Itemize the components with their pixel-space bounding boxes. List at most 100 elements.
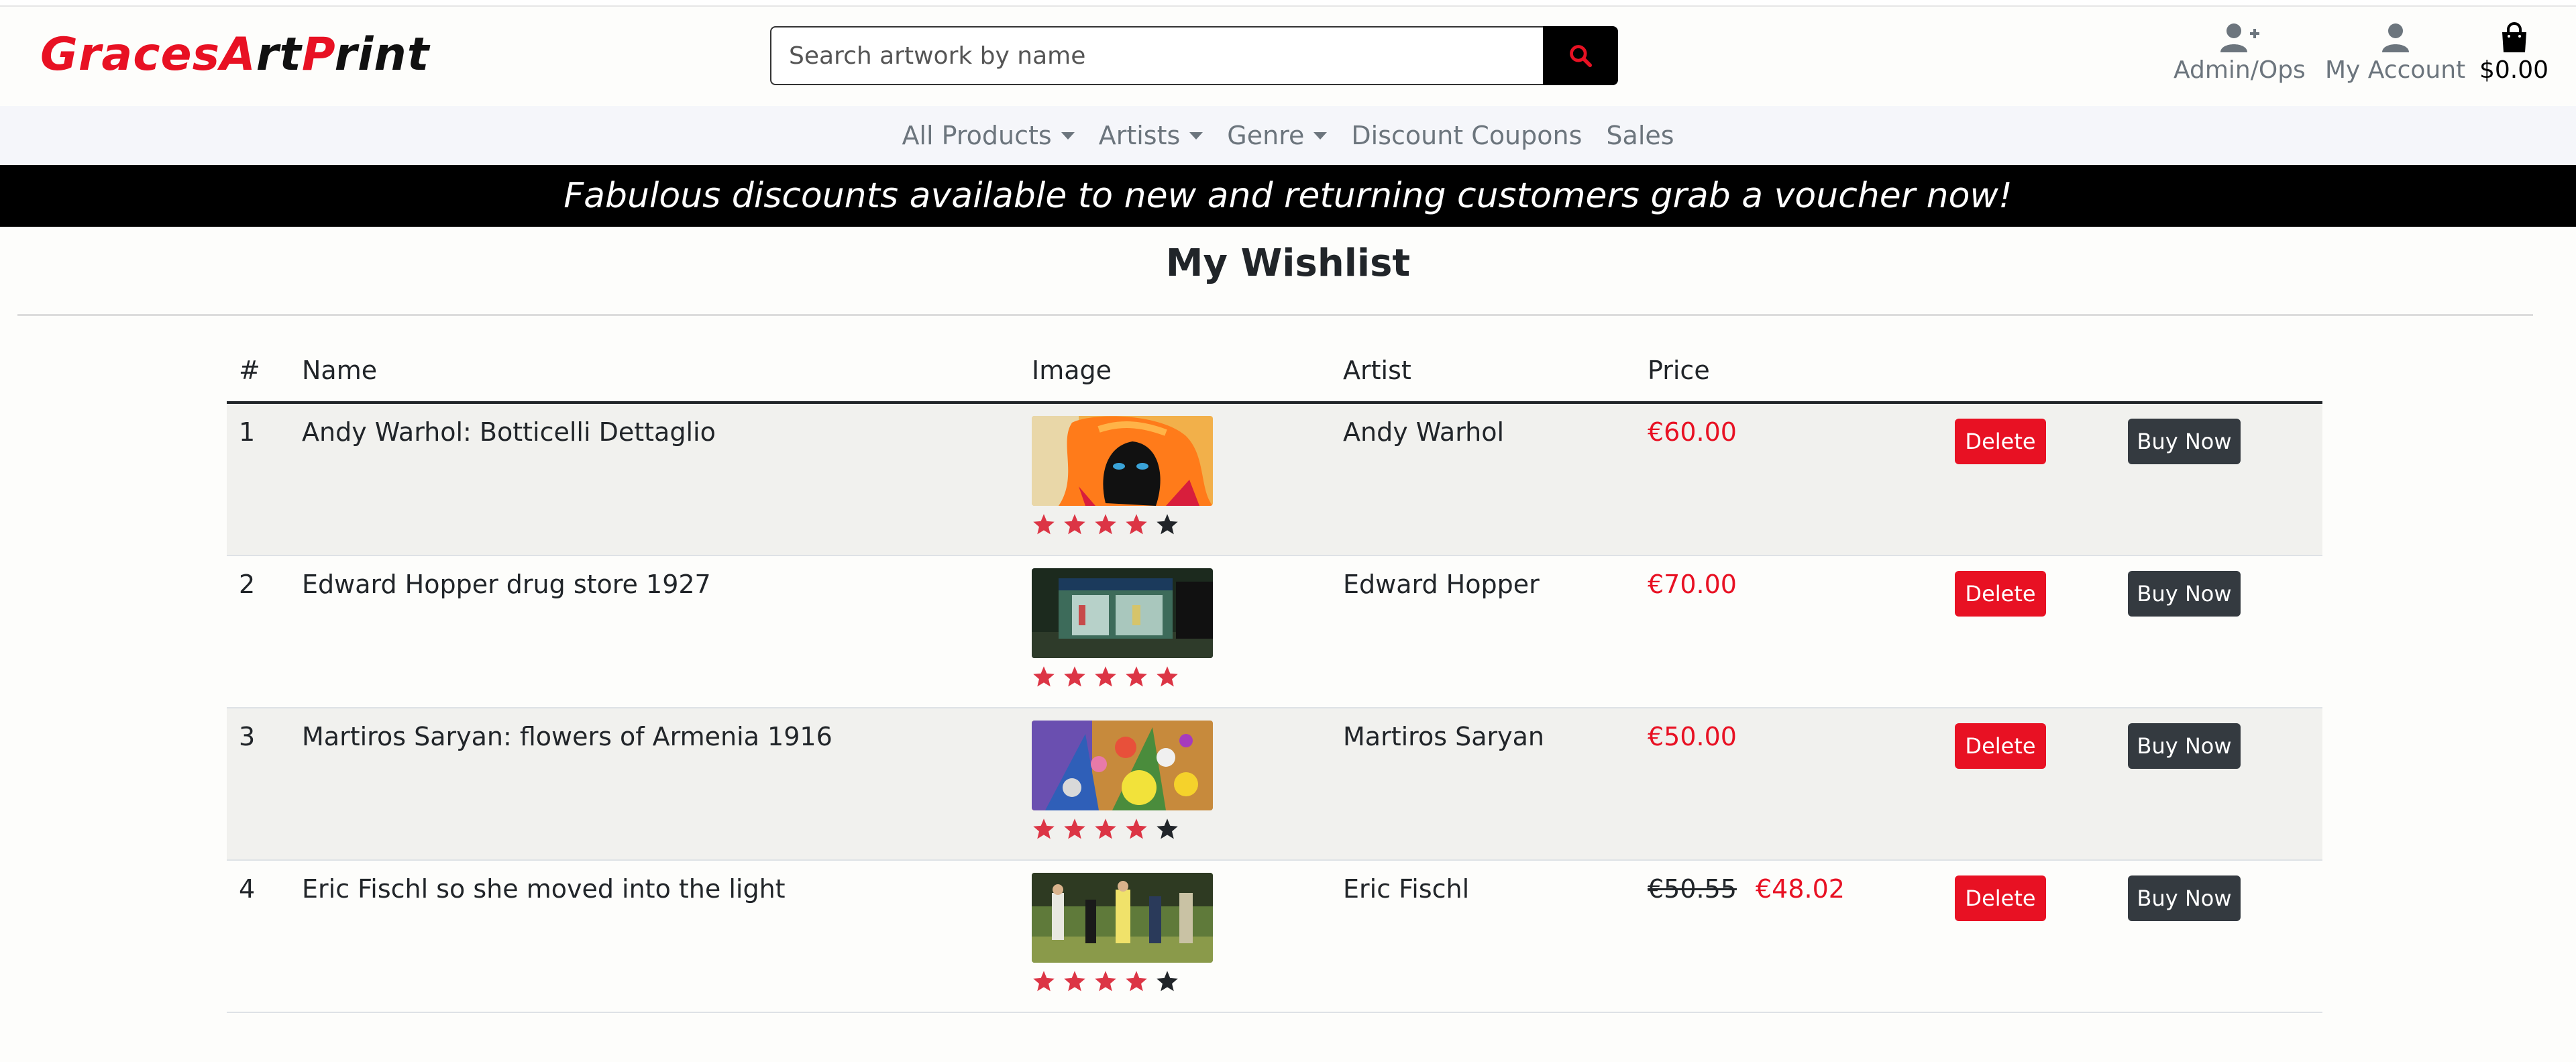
table-row: 3 Martiros Saryan: flowers of Armenia 19… bbox=[227, 708, 2322, 861]
rating-stars bbox=[1032, 513, 1186, 537]
rating-stars bbox=[1032, 969, 1186, 994]
star-filled-icon bbox=[1095, 971, 1116, 992]
logo-text-p: P bbox=[301, 28, 335, 81]
nav-sales-label: Sales bbox=[1606, 121, 1674, 150]
header-artist: Artist bbox=[1343, 356, 1411, 385]
caret-down-icon bbox=[1189, 131, 1203, 140]
artist-name: Eric Fischl bbox=[1343, 874, 1470, 904]
search-button[interactable] bbox=[1543, 26, 1618, 85]
promo-banner: Fabulous discounts available to new and … bbox=[0, 165, 2576, 227]
buy-now-button[interactable]: Buy Now bbox=[2128, 571, 2241, 617]
star-filled-icon bbox=[1126, 666, 1147, 687]
star-filled-icon bbox=[1126, 971, 1147, 992]
original-price: €50.55 bbox=[1648, 874, 1737, 904]
header-image: Image bbox=[1032, 356, 1112, 385]
artwork-name: Martiros Saryan: flowers of Armenia 1916 bbox=[302, 722, 833, 751]
caret-down-icon bbox=[1313, 131, 1328, 140]
table-row: 1 Andy Warhol: Botticelli Dettaglio Andy… bbox=[227, 404, 2322, 556]
search-input[interactable] bbox=[770, 26, 1543, 85]
table-row: 4 Eric Fischl so she moved into the ligh… bbox=[227, 861, 2322, 1013]
artwork-name: Eric Fischl so she moved into the light bbox=[302, 874, 786, 904]
site-logo[interactable]: GracesArtPrint bbox=[40, 28, 429, 81]
nav-discount-coupons-label: Discount Coupons bbox=[1351, 121, 1582, 150]
buy-now-button[interactable]: Buy Now bbox=[2128, 419, 2241, 464]
divider bbox=[17, 314, 2533, 316]
star-empty-icon bbox=[1157, 818, 1178, 839]
star-filled-icon bbox=[1126, 818, 1147, 839]
nav-sales[interactable]: Sales bbox=[1606, 121, 1674, 150]
admin-ops-label: Admin/Ops bbox=[2174, 56, 2306, 84]
delete-button[interactable]: Delete bbox=[1955, 419, 2046, 464]
my-account-link[interactable]: My Account bbox=[2325, 21, 2465, 84]
star-filled-icon bbox=[1126, 514, 1147, 535]
user-plus-icon bbox=[2220, 23, 2260, 52]
current-price: €60.00 bbox=[1648, 417, 1737, 447]
star-filled-icon bbox=[1033, 514, 1055, 535]
artwork-thumbnail[interactable] bbox=[1032, 568, 1213, 658]
star-filled-icon bbox=[1064, 971, 1085, 992]
star-filled-icon bbox=[1095, 818, 1116, 839]
current-price: €48.02 bbox=[1755, 874, 1845, 904]
nav-genre[interactable]: Genre bbox=[1227, 121, 1328, 150]
artwork-thumbnail[interactable] bbox=[1032, 873, 1213, 963]
star-filled-icon bbox=[1033, 818, 1055, 839]
star-empty-icon bbox=[1157, 971, 1178, 992]
delete-button[interactable]: Delete bbox=[1955, 723, 2046, 769]
logo-text-graces: Graces bbox=[40, 28, 221, 81]
star-filled-icon bbox=[1157, 666, 1178, 687]
delete-button[interactable]: Delete bbox=[1955, 875, 2046, 921]
buy-now-button[interactable]: Buy Now bbox=[2128, 875, 2241, 921]
current-price: €50.00 bbox=[1648, 722, 1737, 751]
price-cell: €60.00 bbox=[1648, 417, 1737, 447]
artwork-thumbnail[interactable] bbox=[1032, 416, 1213, 506]
star-filled-icon bbox=[1095, 514, 1116, 535]
price-cell: €50.00 bbox=[1648, 722, 1737, 751]
artwork-name: Edward Hopper drug store 1927 bbox=[302, 570, 711, 599]
header-name: Name bbox=[302, 356, 378, 385]
promo-banner-text: Fabulous discounts available to new and … bbox=[564, 176, 2012, 216]
wishlist-table: # Name Image Artist Price 1 Andy Warhol:… bbox=[227, 342, 2322, 1013]
artwork-thumbnail[interactable] bbox=[1032, 721, 1213, 810]
nav-artists[interactable]: Artists bbox=[1099, 121, 1203, 150]
nav-genre-label: Genre bbox=[1227, 121, 1305, 150]
star-filled-icon bbox=[1033, 971, 1055, 992]
rating-stars bbox=[1032, 817, 1186, 841]
header-num: # bbox=[239, 356, 260, 385]
star-filled-icon bbox=[1064, 666, 1085, 687]
my-account-label: My Account bbox=[2325, 56, 2466, 84]
logo-text-a: A bbox=[220, 28, 256, 81]
user-icon bbox=[2381, 23, 2409, 52]
nav-artists-label: Artists bbox=[1098, 121, 1181, 150]
rating-stars bbox=[1032, 665, 1186, 689]
caret-down-icon bbox=[1061, 131, 1075, 140]
table-header: # Name Image Artist Price bbox=[227, 342, 2322, 404]
logo-text-rt: rt bbox=[256, 28, 302, 81]
shopping-bag-link[interactable]: $0.00 bbox=[2479, 21, 2548, 84]
artist-name: Martiros Saryan bbox=[1343, 722, 1544, 751]
buy-now-button[interactable]: Buy Now bbox=[2128, 723, 2241, 769]
star-filled-icon bbox=[1064, 818, 1085, 839]
header-price: Price bbox=[1648, 356, 1710, 385]
main-nav: All Products Artists Genre Discount Coup… bbox=[0, 106, 2576, 165]
logo-text-rint: rint bbox=[334, 28, 430, 81]
nav-all-products-label: All Products bbox=[902, 121, 1052, 150]
artist-name: Edward Hopper bbox=[1343, 570, 1540, 599]
price-cell: €70.00 bbox=[1648, 570, 1737, 599]
search-icon bbox=[1570, 45, 1593, 68]
star-filled-icon bbox=[1064, 514, 1085, 535]
search-form bbox=[770, 26, 1618, 85]
star-empty-icon bbox=[1157, 514, 1178, 535]
row-number: 2 bbox=[239, 570, 256, 599]
star-filled-icon bbox=[1095, 666, 1116, 687]
row-number: 1 bbox=[239, 417, 256, 447]
star-filled-icon bbox=[1033, 666, 1055, 687]
nav-discount-coupons[interactable]: Discount Coupons bbox=[1351, 121, 1582, 150]
row-number: 4 bbox=[239, 874, 256, 904]
site-header: GracesArtPrint Admin/Ops My Account bbox=[0, 8, 2576, 106]
admin-ops-link[interactable]: Admin/Ops bbox=[2174, 21, 2306, 84]
bag-total: $0.00 bbox=[2479, 56, 2549, 84]
artist-name: Andy Warhol bbox=[1343, 417, 1505, 447]
delete-button[interactable]: Delete bbox=[1955, 571, 2046, 617]
nav-all-products[interactable]: All Products bbox=[902, 121, 1075, 150]
shopping-bag-icon bbox=[2502, 22, 2526, 52]
